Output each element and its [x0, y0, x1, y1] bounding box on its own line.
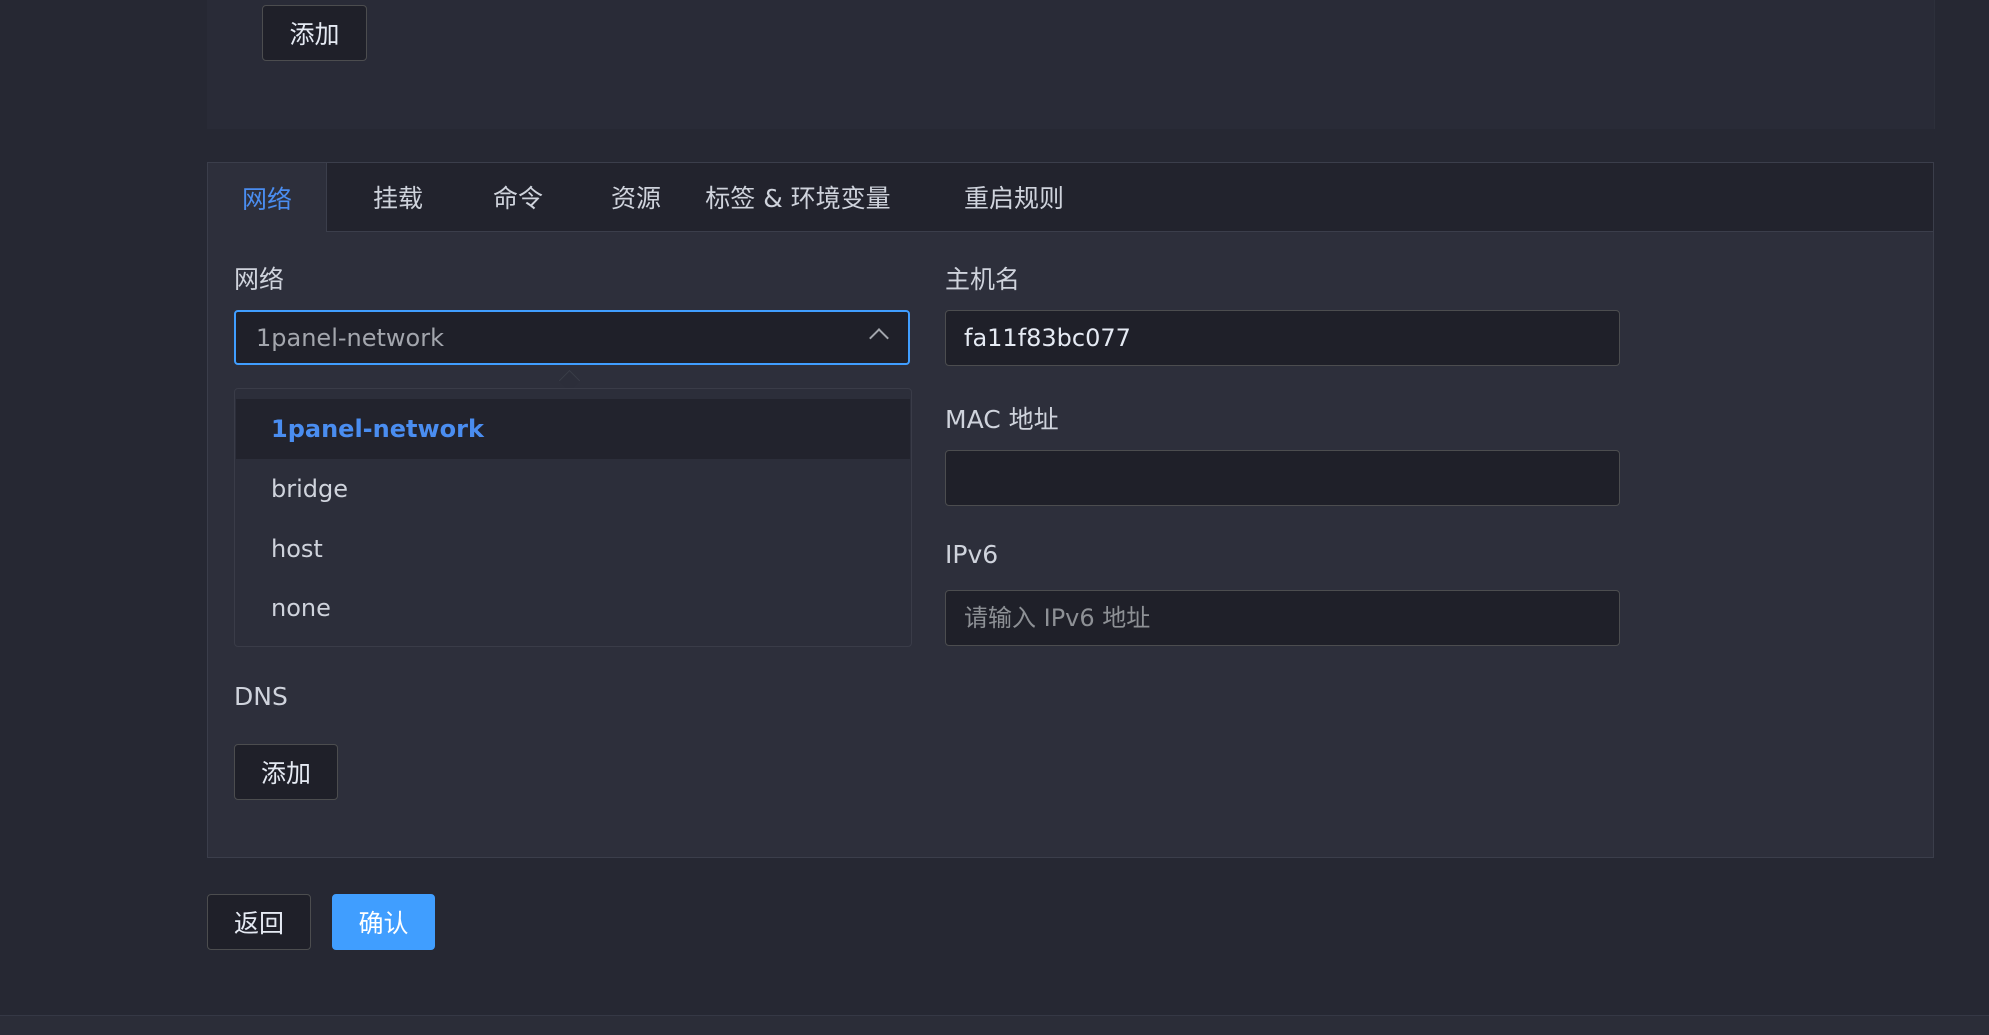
- mac-address-label: MAC 地址: [945, 405, 1059, 434]
- ipv6-label: IPv6: [945, 540, 999, 569]
- tab-labels-env[interactable]: 标签 & 环境变量: [704, 163, 892, 231]
- network-label: 网络: [234, 265, 285, 294]
- network-select[interactable]: 1panel-network: [234, 310, 910, 365]
- network-option-none[interactable]: none: [236, 578, 910, 638]
- tab-resources[interactable]: 资源: [586, 163, 686, 231]
- network-option-bridge[interactable]: bridge: [236, 459, 910, 519]
- network-option-1panel-network[interactable]: 1panel-network: [236, 399, 910, 459]
- tab-network[interactable]: 网络: [208, 163, 327, 232]
- top-add-button[interactable]: 添加: [262, 5, 367, 61]
- hostname-input[interactable]: [945, 310, 1620, 366]
- network-option-host[interactable]: host: [236, 519, 910, 579]
- bottom-bar: [0, 1015, 1989, 1035]
- tab-mounts[interactable]: 挂载: [348, 163, 448, 231]
- ipv6-input[interactable]: [945, 590, 1620, 646]
- chevron-up-icon: [869, 328, 889, 348]
- confirm-button[interactable]: 确认: [332, 894, 435, 950]
- mac-address-input[interactable]: [945, 450, 1620, 506]
- top-section-panel: [207, 0, 1935, 129]
- tab-header: 网络 挂载 命令 资源 标签 & 环境变量 重启规则: [208, 163, 1933, 232]
- dns-label: DNS: [234, 682, 288, 711]
- dns-add-button[interactable]: 添加: [234, 744, 338, 800]
- hostname-label: 主机名: [945, 265, 1021, 294]
- tab-restart-policy[interactable]: 重启规则: [960, 163, 1068, 231]
- network-select-value: 1panel-network: [256, 323, 444, 352]
- network-dropdown: 1panel-network bridge host none: [234, 388, 912, 647]
- back-button[interactable]: 返回: [207, 894, 311, 950]
- tab-command[interactable]: 命令: [468, 163, 568, 231]
